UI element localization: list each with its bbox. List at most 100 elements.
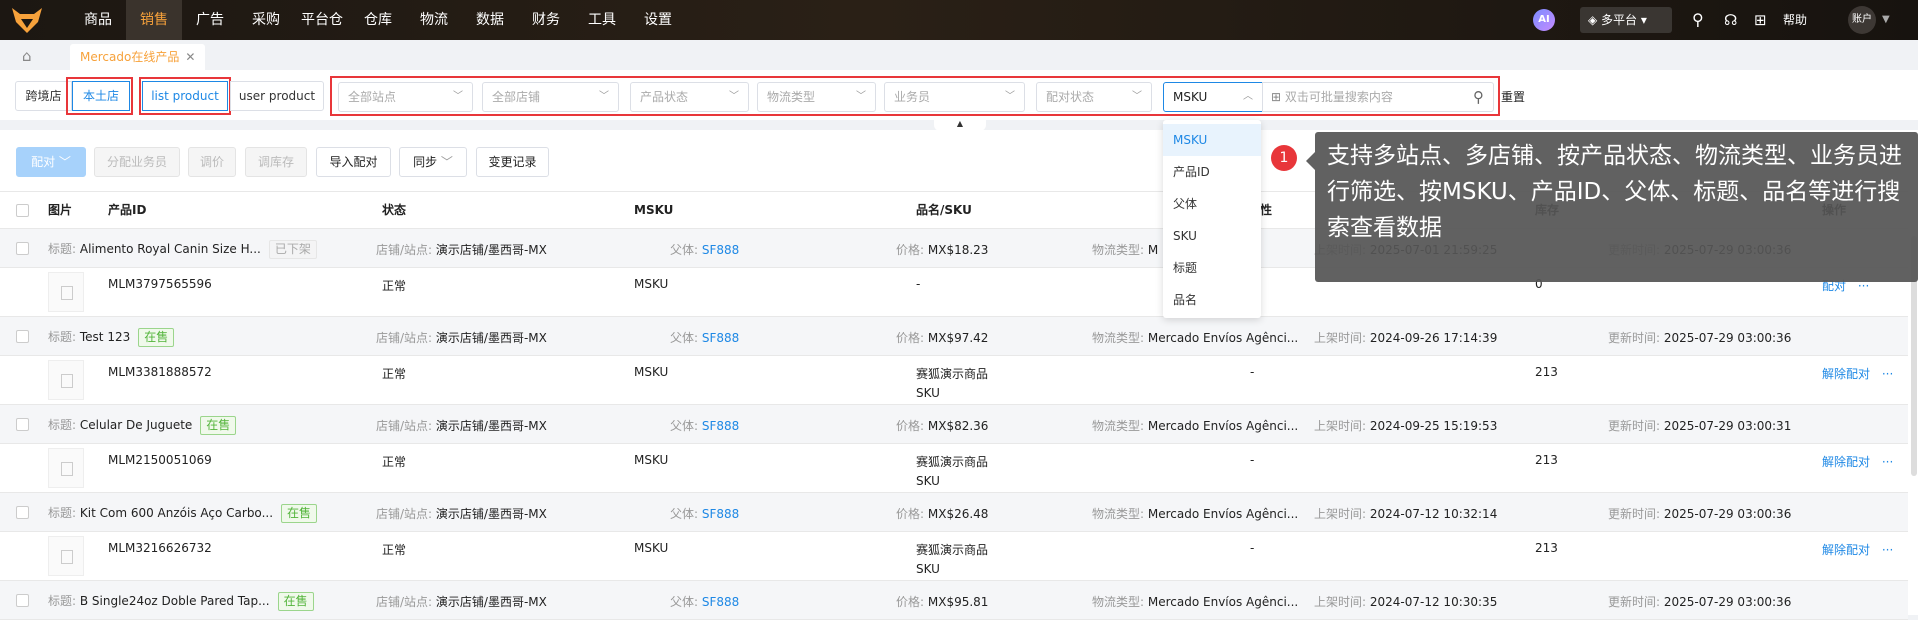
- ai-button[interactable]: AI: [1533, 9, 1555, 31]
- row-checkbox[interactable]: [16, 506, 29, 519]
- nav-menu-item[interactable]: 广告: [182, 0, 238, 40]
- label: 店铺/站点:: [376, 243, 433, 257]
- collapse-filters-toggle[interactable]: ▲: [934, 119, 986, 131]
- highlight-box: [139, 77, 231, 115]
- label: 价格:: [896, 243, 925, 257]
- tab-mercado-online-products[interactable]: Mercado在线产品 ✕: [70, 44, 205, 70]
- label: 父体:: [670, 331, 699, 345]
- parent-link[interactable]: SF888: [702, 331, 739, 345]
- product-title[interactable]: Kit Com 600 Anzóis Aço Carbo...: [80, 506, 273, 520]
- nav-menu-item[interactable]: 销售: [126, 0, 182, 40]
- search-option[interactable]: 产品ID: [1163, 156, 1261, 188]
- label: 店铺/站点:: [376, 507, 433, 521]
- step-badge: 1: [1271, 145, 1297, 171]
- nav-menu-item[interactable]: 工具: [574, 0, 630, 40]
- shop-site: 演示店铺/墨西哥-MX: [435, 243, 547, 257]
- nav-menu-item[interactable]: 数据: [462, 0, 518, 40]
- sync-button[interactable]: 同步 ﹀: [399, 147, 467, 177]
- search-option[interactable]: SKU: [1163, 220, 1261, 252]
- product-thumbnail[interactable]: [48, 448, 84, 488]
- more-icon[interactable]: ···: [1882, 367, 1893, 381]
- select-all-checkbox[interactable]: [16, 204, 29, 217]
- pair-action-link[interactable]: 解除配对: [1822, 455, 1870, 469]
- label: 店铺/站点:: [376, 419, 433, 433]
- parent-link[interactable]: SF888: [702, 507, 739, 521]
- logistics-type: Mercado Envíos Agênci...: [1147, 595, 1299, 609]
- product-title[interactable]: Alimento Royal Canin Size H...: [80, 242, 261, 256]
- stock: 213: [1535, 365, 1558, 379]
- attributes: -: [1250, 453, 1255, 467]
- platform-switch[interactable]: ◈ 多平台 ▾: [1580, 7, 1672, 33]
- label: 上架时间:: [1314, 419, 1367, 433]
- help-link[interactable]: 帮助: [1783, 0, 1807, 40]
- product-title[interactable]: Celular De Juguete: [80, 418, 192, 432]
- product-name: 赛狐演示商品: [916, 367, 989, 381]
- shop-type-cross-border[interactable]: 跨境店: [15, 81, 72, 111]
- table-row-parent: 标题: Test 123 在售 店铺/站点: 演示店铺/墨西哥-MX 父体: SF88…: [0, 316, 1908, 356]
- pair-action-link[interactable]: 解除配对: [1822, 367, 1870, 381]
- row-checkbox[interactable]: [16, 418, 29, 431]
- product-thumbnail[interactable]: [48, 272, 84, 312]
- close-icon[interactable]: ✕: [185, 50, 195, 64]
- updated-time: 2025-07-29 03:00:31: [1663, 419, 1792, 433]
- nav-menu-item[interactable]: 仓库: [350, 0, 406, 40]
- label: 标题:: [48, 594, 77, 608]
- highlight-box: [66, 77, 133, 115]
- search-option[interactable]: MSKU: [1163, 124, 1261, 156]
- updated-time: 2025-07-29 03:00:36: [1663, 595, 1792, 609]
- pair-status: 正常: [382, 455, 407, 469]
- more-icon[interactable]: ···: [1882, 455, 1893, 469]
- more-icon[interactable]: ···: [1882, 543, 1893, 557]
- parent-link[interactable]: SF888: [702, 595, 739, 609]
- change-log-button[interactable]: 变更记录: [476, 147, 549, 177]
- guide-tooltip: 支持多站点、多店铺、按产品状态、物流类型、业务员进行筛选、按MSKU、产品ID、…: [1306, 132, 1918, 282]
- nav-menu-item[interactable]: 物流: [406, 0, 462, 40]
- parent-link[interactable]: SF888: [702, 243, 739, 257]
- caret-down-icon[interactable]: ▼: [1882, 0, 1890, 40]
- product-title[interactable]: B Single24oz Doble Pared Tap...: [80, 594, 270, 608]
- table-row-child: MLM3216626732 正常 MSKU 赛狐演示商品 SKU - 213 解除配对 ···: [0, 532, 1908, 580]
- col-product-id: 产品ID: [108, 203, 147, 217]
- adjust-price-button[interactable]: 调价: [188, 147, 236, 177]
- product-title[interactable]: Test 123: [80, 330, 130, 344]
- row-checkbox[interactable]: [16, 594, 29, 607]
- price: MX$95.81: [927, 595, 989, 609]
- pair-button[interactable]: 配对 ﹀: [16, 147, 86, 177]
- nav-menu-item[interactable]: 商品: [70, 0, 126, 40]
- pair-action-link[interactable]: 解除配对: [1822, 543, 1870, 557]
- search-option[interactable]: 品名: [1163, 284, 1261, 316]
- table-row-parent: 标题: Kit Com 600 Anzóis Aço Carbo... 在售 店铺/…: [0, 492, 1908, 532]
- home-icon[interactable]: ⌂: [22, 47, 32, 65]
- search-option[interactable]: 标题: [1163, 252, 1261, 284]
- attributes: -: [1250, 365, 1255, 379]
- shop-site: 演示店铺/墨西哥-MX: [435, 507, 547, 521]
- product-thumbnail[interactable]: [48, 536, 84, 576]
- row-checkbox[interactable]: [16, 242, 29, 255]
- search-option[interactable]: 父体: [1163, 188, 1261, 220]
- account-avatar[interactable]: 账户: [1848, 6, 1876, 34]
- label: 上架时间:: [1314, 595, 1367, 609]
- logistics-type: Mercado Envíos Agênci...: [1147, 419, 1299, 433]
- parent-link[interactable]: SF888: [702, 419, 739, 433]
- user-product-tab[interactable]: user product: [230, 81, 324, 111]
- assign-salesperson-button[interactable]: 分配业务员: [94, 147, 180, 177]
- label: 父体:: [670, 419, 699, 433]
- nav-menu-item[interactable]: 平台仓: [294, 0, 350, 40]
- label: 上架时间:: [1314, 507, 1367, 521]
- nav-menu-item[interactable]: 采购: [238, 0, 294, 40]
- row-checkbox[interactable]: [16, 330, 29, 343]
- shop-site: 演示店铺/墨西哥-MX: [435, 419, 547, 433]
- headset-icon[interactable]: ☊: [1724, 0, 1737, 40]
- table-row-parent: 标题: Celular De Juguete 在售 店铺/站点: 演示店铺/墨西哥-…: [0, 404, 1908, 444]
- apps-grid-icon[interactable]: ⊞: [1754, 0, 1767, 40]
- logo-icon[interactable]: [10, 6, 44, 34]
- search-icon[interactable]: ⚲: [1692, 0, 1704, 40]
- nav-menu-item[interactable]: 设置: [630, 0, 686, 40]
- listed-time: 2024-09-26 17:14:39: [1369, 331, 1498, 345]
- adjust-stock-button[interactable]: 调库存: [245, 147, 307, 177]
- product-thumbnail[interactable]: [48, 360, 84, 400]
- reset-button[interactable]: 重置: [1501, 82, 1525, 112]
- import-pairing-button[interactable]: 导入配对: [316, 147, 391, 177]
- label: 更新时间:: [1608, 331, 1661, 345]
- nav-menu-item[interactable]: 财务: [518, 0, 574, 40]
